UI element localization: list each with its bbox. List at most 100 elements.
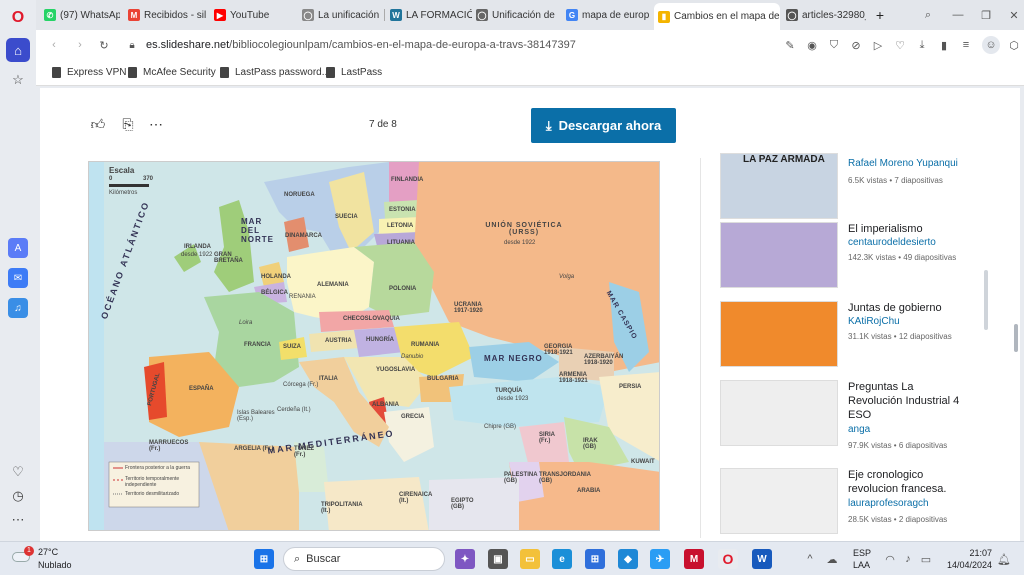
new-tab-icon[interactable]: + bbox=[872, 7, 888, 23]
taskbar-search[interactable]: ⌕ Buscar bbox=[283, 547, 445, 571]
shield-icon[interactable]: ⛉ bbox=[826, 37, 842, 53]
related-card[interactable]: El imperialismo centaurodeldesierto 142.… bbox=[720, 222, 990, 292]
bookmark-item[interactable]: McAfee Security bbox=[128, 67, 216, 78]
tab-gmail[interactable]: M Recibidos - silvi bbox=[124, 4, 206, 26]
bookmark-item[interactable]: Express VPN bbox=[52, 67, 126, 78]
star-icon[interactable]: ☆ bbox=[8, 70, 28, 90]
more-icon[interactable]: ⋯ bbox=[8, 510, 28, 530]
mcafee-icon[interactable]: M bbox=[684, 549, 704, 569]
card-views: 28.5K vistas bbox=[848, 515, 892, 524]
related-card[interactable]: LA PAZ ARMADA Rafael Moreno Yupanqui 6.5… bbox=[720, 153, 990, 223]
clock-date: 14/04/2024 bbox=[946, 560, 992, 570]
bookmark-item[interactable]: LastPass password... bbox=[220, 67, 330, 78]
task-view-icon[interactable]: ▣ bbox=[488, 549, 508, 569]
label-letonia: LETONIA bbox=[387, 223, 414, 229]
back-icon[interactable]: ‹ bbox=[46, 37, 62, 53]
tab-unificacion-2[interactable]: ◯ Unificación de I bbox=[472, 4, 556, 26]
cube-icon[interactable]: ⬡ bbox=[1006, 37, 1022, 53]
wifi-icon[interactable]: ◠ bbox=[882, 551, 898, 567]
play-icon[interactable]: ▷ bbox=[870, 37, 886, 53]
card-title: Preguntas La Revolución Industrial 4 ESO bbox=[848, 381, 960, 421]
scrollbar[interactable] bbox=[1014, 324, 1018, 352]
windows-start-icon[interactable]: ⊞ bbox=[254, 549, 274, 569]
app-icon[interactable]: ◆ bbox=[618, 549, 638, 569]
history-icon[interactable]: ◷ bbox=[8, 486, 28, 506]
download-button[interactable]: ⤓ Descargar ahora bbox=[531, 108, 676, 143]
download-label: Descargar ahora bbox=[558, 118, 662, 133]
download-icon[interactable]: ⤓ bbox=[914, 37, 930, 53]
aria-icon[interactable]: A bbox=[8, 238, 28, 258]
adblock-icon[interactable]: ⊘ bbox=[848, 37, 864, 53]
tab-youtube[interactable]: ▶ YouTube bbox=[210, 4, 290, 26]
map-slide[interactable]: Escala 0 370 Kilómetros OCÉANO ATLÁNTICO… bbox=[88, 161, 660, 531]
search-tabs-icon[interactable]: ⌕ bbox=[920, 7, 936, 23]
heart-icon[interactable]: ♡ bbox=[892, 37, 908, 53]
label-armenia: ARMENIA 1918-1921 bbox=[559, 372, 588, 384]
more-options-icon[interactable]: ⋯ bbox=[148, 116, 164, 132]
related-card[interactable]: Eje cronologico revolucion francesa. lau… bbox=[720, 468, 990, 538]
menu-icon[interactable]: ≡ bbox=[958, 37, 974, 53]
file-explorer-icon[interactable]: ▭ bbox=[520, 549, 540, 569]
label-polonia: POLONIA bbox=[389, 286, 417, 292]
related-card[interactable]: Preguntas La Revolución Industrial 4 ESO… bbox=[720, 380, 990, 450]
profile-icon[interactable]: ☺ bbox=[982, 36, 1000, 54]
label-volga: Volga bbox=[559, 274, 575, 280]
tab-articles[interactable]: ◯ articles-32980_ bbox=[782, 4, 866, 26]
related-card[interactable]: Juntas de gobierno KAtiRojChu 31.1K vist… bbox=[720, 301, 990, 371]
music-icon[interactable]: ♫ bbox=[8, 298, 28, 318]
camera-icon[interactable]: ◉ bbox=[804, 37, 820, 53]
store-icon[interactable]: ⊞ bbox=[585, 549, 605, 569]
volume-icon[interactable]: ♪ bbox=[900, 551, 916, 567]
tab-mapa-europa[interactable]: Gmapa de europ bbox=[562, 4, 652, 26]
opera-logo-icon[interactable]: O bbox=[8, 8, 28, 28]
taskbar: 1 27°C Nublado ⊞ ⌕ Buscar ✦ ▣ ▭ e ⊞ ◆ ✈ M… bbox=[0, 541, 1024, 575]
edge-icon[interactable]: e bbox=[552, 549, 572, 569]
word-icon[interactable]: W bbox=[752, 549, 772, 569]
tab-unificacion[interactable]: ◯ La unificación a bbox=[298, 4, 382, 26]
tab-cambios-mapa[interactable]: ▮ Cambios en el mapa de e bbox=[654, 3, 780, 30]
home-icon[interactable]: ⌂ bbox=[6, 38, 30, 62]
opera-icon[interactable]: O bbox=[718, 549, 738, 569]
card-views: 97.9K vistas bbox=[848, 441, 892, 450]
label-loira: Loira bbox=[239, 320, 253, 326]
clock[interactable]: 21:07 14/04/2024 bbox=[944, 547, 992, 571]
app-icon[interactable]: ✈ bbox=[650, 549, 670, 569]
notification-icon[interactable]: 🔔︎ bbox=[996, 551, 1012, 567]
bookmarks-bar: Express VPN McAfee Security LastPass pas… bbox=[36, 60, 1024, 86]
viewer-toolbar: 👍︎ ⎘ ⋯ 7 de 8 ⤓ Descargar ahora bbox=[40, 88, 710, 158]
edit-icon[interactable]: ✎ bbox=[782, 37, 798, 53]
language-indicator[interactable]: ESP LAA bbox=[853, 547, 871, 571]
close-icon[interactable]: ✕ bbox=[1006, 7, 1022, 23]
label-gran-bretana: GRAN BRETAÑA bbox=[214, 252, 243, 264]
tab-formacion[interactable]: W LA FORMACIÓN bbox=[386, 4, 472, 26]
restore-icon[interactable]: ❐ bbox=[978, 7, 994, 23]
browser-sidebar: O ⌂ ☆ A ✉ ♫ ♡ ◷ ⋯ bbox=[0, 0, 36, 541]
card-slides: 2 diapositivas bbox=[898, 515, 948, 524]
reload-icon[interactable]: ↻ bbox=[96, 37, 112, 53]
label-albania: ALBANIA bbox=[372, 402, 399, 408]
tab-label: Unificación de I bbox=[492, 9, 556, 21]
card-title: El imperialismo bbox=[848, 223, 923, 235]
messenger-icon[interactable]: ✉ bbox=[8, 268, 28, 288]
scrollbar[interactable] bbox=[984, 270, 988, 330]
globe-icon: ◯ bbox=[476, 9, 488, 21]
bookmark-icon[interactable]: ⎘ bbox=[120, 116, 136, 132]
heart-icon[interactable]: ♡ bbox=[8, 462, 28, 482]
tab-whatsapp[interactable]: ✆ (97) WhatsApp bbox=[40, 4, 120, 26]
label-urss-sub: desde 1922 bbox=[504, 240, 536, 246]
bookmark-item[interactable]: LastPass bbox=[326, 67, 382, 78]
label-suecia: SUECIA bbox=[335, 214, 358, 220]
url-field[interactable]: es.slideshare.net/bibliocolegiounlpam/ca… bbox=[146, 39, 576, 51]
cloud-icon[interactable]: ☁ bbox=[824, 551, 840, 567]
minimize-icon[interactable]: — bbox=[950, 7, 966, 23]
battery-icon[interactable]: ▭ bbox=[918, 551, 934, 567]
weather-desc: Nublado bbox=[38, 560, 72, 570]
label-ucrania: UCRANIA 1917-1920 bbox=[454, 302, 483, 314]
weather-widget[interactable]: 1 27°C Nublado bbox=[8, 546, 88, 574]
forward-icon[interactable]: › bbox=[72, 37, 88, 53]
chevron-up-icon[interactable]: ^ bbox=[802, 551, 818, 567]
copilot-icon[interactable]: ✦ bbox=[455, 549, 475, 569]
battery-icon[interactable]: ▮ bbox=[936, 37, 952, 53]
page-icon bbox=[220, 67, 229, 78]
like-icon[interactable]: 👍︎ bbox=[90, 116, 106, 132]
